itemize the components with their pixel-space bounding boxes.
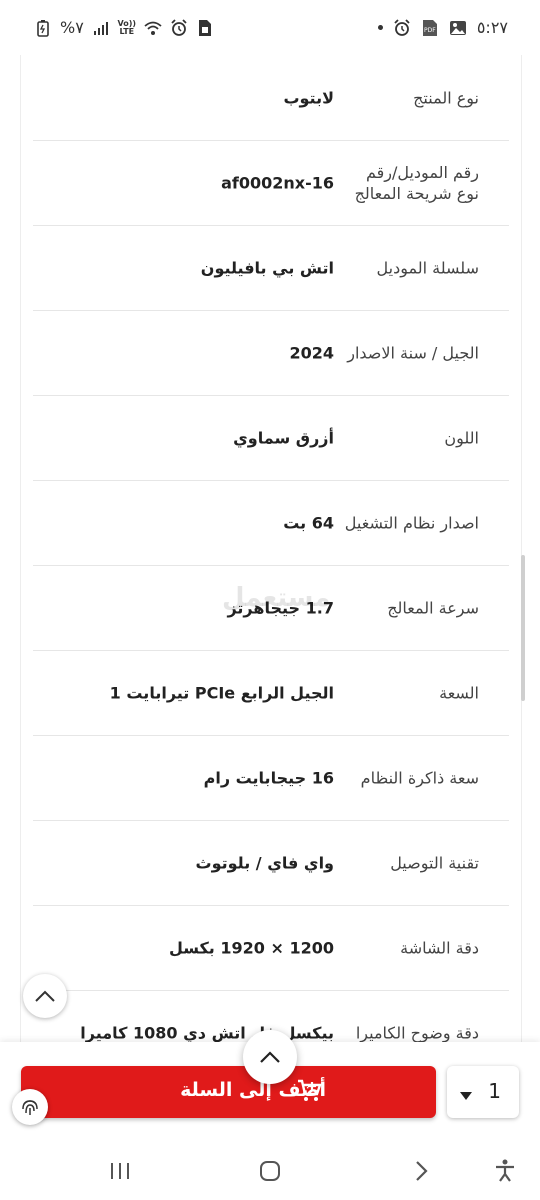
system-nav-bar	[0, 1142, 540, 1200]
alarm-icon	[393, 18, 411, 37]
scrollbar[interactable]	[521, 555, 525, 701]
watermark: مستعمل	[222, 583, 331, 613]
spec-value: 1200 × 1920 بكسل	[168, 938, 334, 957]
spec-value: 2024	[289, 343, 334, 362]
spec-label: تقنية التوصيل	[390, 853, 479, 872]
spec-label: سعة ذاكرة النظام	[360, 768, 479, 787]
gallery-icon	[449, 19, 467, 37]
spec-value: أزرق سماوي	[233, 428, 334, 447]
notification-dot	[377, 25, 383, 30]
wifi-icon	[144, 19, 162, 37]
svg-text:PDF: PDF	[424, 27, 436, 34]
status-icons-left: %٧ Vo)) LTE	[34, 18, 214, 37]
spec-label: اللون	[444, 428, 479, 447]
caret-down-icon	[459, 1086, 473, 1105]
spec-value: 16 جيجابايت رام	[203, 768, 334, 787]
fingerprint-icon	[22, 1100, 38, 1115]
specifications-card: نوع المنتج لابتوب رقم الموديل/رقم نوع شر…	[20, 55, 522, 1050]
spec-row: دقة الشاشة 1200 × 1920 بكسل	[33, 905, 509, 991]
spec-value: 64 بت	[283, 513, 334, 532]
accessibility-icon[interactable]	[490, 1156, 520, 1186]
spec-label: اصدار نظام التشغيل	[344, 513, 479, 532]
spec-row: اصدار نظام التشغيل 64 بت	[33, 480, 509, 566]
home-icon[interactable]	[255, 1156, 285, 1186]
spec-value: واي فاي / بلوتوث	[195, 853, 334, 872]
spec-row: نوع المنتج لابتوب	[33, 55, 509, 141]
quantity-value: 1	[488, 1079, 501, 1103]
spec-row: رقم الموديل/رقم نوع شريحة المعالج 16-af0…	[33, 140, 509, 226]
signal-icon	[92, 19, 110, 37]
volte-icon: Vo)) LTE	[117, 18, 137, 36]
cart-plus-icon	[296, 1078, 322, 1109]
status-icons-right: PDF ٥:٢٧	[377, 18, 508, 37]
sim-icon	[196, 19, 214, 37]
chevron-up-icon	[35, 990, 55, 1002]
network-type: LTE	[119, 26, 135, 36]
fingerprint-button[interactable]	[12, 1089, 48, 1125]
battery-percent: %٧	[60, 18, 84, 37]
spec-label: دقة وضوح الكاميرا	[355, 1023, 479, 1042]
spec-value: اتش بي بافيليون	[200, 258, 334, 277]
spec-label: رقم الموديل/رقم نوع شريحة المعالج	[354, 162, 479, 203]
scroll-to-top-button[interactable]	[23, 974, 67, 1018]
spec-row: تقنية التوصيل واي فاي / بلوتوث	[33, 820, 509, 906]
clock: ٥:٢٧	[476, 18, 508, 37]
spec-label: سرعة المعالج	[387, 598, 479, 617]
spec-row: سلسلة الموديل اتش بي بافيليون	[33, 225, 509, 311]
expand-button[interactable]	[243, 1030, 297, 1084]
spec-label: الجيل / سنة الاصدار	[347, 343, 479, 362]
spec-value: الجيل الرابع PCIe تيرابايت 1	[109, 683, 334, 702]
spec-label: دقة الشاشة	[400, 938, 479, 957]
spec-row: سعة ذاكرة النظام 16 جيجابايت رام	[33, 735, 509, 821]
spec-label: السعة	[439, 683, 479, 702]
pdf-icon: PDF	[421, 19, 439, 37]
alarm-icon	[170, 18, 188, 37]
spec-row: السعة الجيل الرابع PCIe تيرابايت 1	[33, 650, 509, 736]
spec-row: الجيل / سنة الاصدار 2024	[33, 310, 509, 396]
chevron-up-icon	[260, 1051, 280, 1063]
spec-row: اللون أزرق سماوي	[33, 395, 509, 481]
status-bar: %٧ Vo)) LTE PDF ٥:٢٧	[0, 0, 540, 58]
spec-label: سلسلة الموديل	[376, 258, 479, 277]
add-to-cart-button[interactable]: أضف إلى السلة	[21, 1066, 436, 1118]
battery-icon	[34, 19, 52, 37]
spec-value: لابتوب	[283, 88, 334, 107]
back-icon[interactable]	[406, 1156, 436, 1186]
quantity-select[interactable]: 1	[447, 1066, 519, 1118]
recent-apps-icon[interactable]	[105, 1156, 135, 1186]
spec-label: نوع المنتج	[413, 88, 479, 107]
spec-value: 16-af0002nx	[221, 173, 334, 192]
